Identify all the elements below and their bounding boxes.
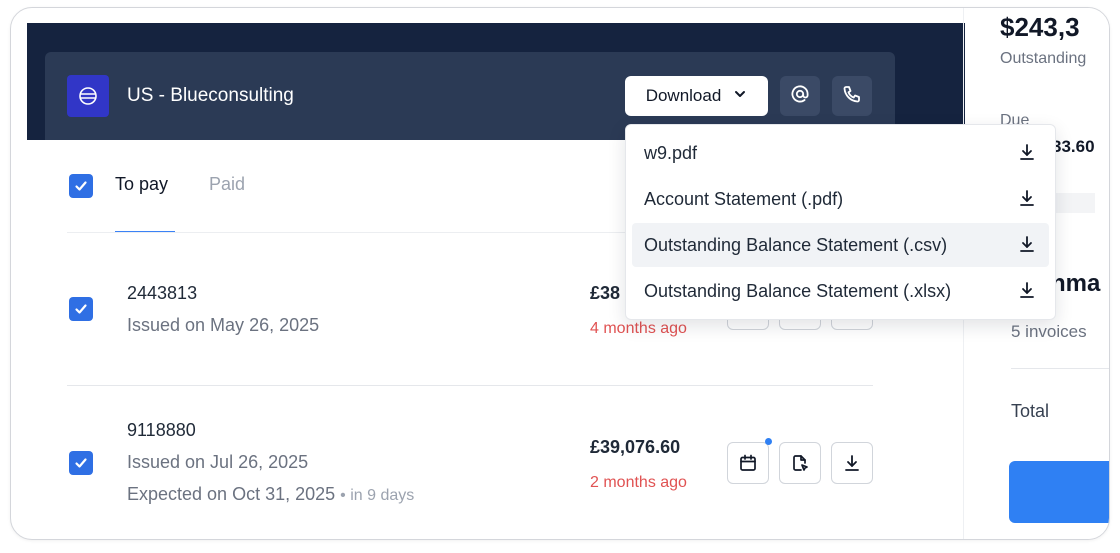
document-cursor-icon (793, 455, 808, 471)
invoice-number: 9118880 (127, 420, 196, 440)
chevron-down-icon (733, 86, 747, 106)
invoice-checkbox[interactable] (69, 451, 93, 475)
check-icon (75, 458, 87, 468)
expected-date-text: Expected on Oct 31, 2025 (127, 484, 336, 504)
download-invoice-button[interactable] (831, 442, 873, 484)
expected-relative: in 9 days (350, 487, 415, 504)
invoice-checkbox[interactable] (69, 297, 93, 321)
check-icon (75, 304, 87, 314)
notification-dot (765, 438, 772, 445)
email-button[interactable] (780, 76, 820, 116)
menu-item-outstanding-balance-csv[interactable]: Outstanding Balance Statement (.csv) (632, 223, 1049, 267)
download-icon (1020, 144, 1034, 160)
download-icon (1020, 190, 1034, 206)
download-button-label: Download (645, 86, 722, 105)
outstanding-amount: $243,3 (1000, 12, 1080, 42)
app-frame: US - Blueconsulting Download $243,3 Outs… (10, 7, 1110, 540)
company-logo-icon (67, 75, 109, 117)
invoice-expected-date: Expected on Oct 31, 2025 • in 9 days (127, 484, 414, 505)
tab-to-pay[interactable]: To pay (115, 174, 168, 195)
summary-heading: nma (1051, 270, 1101, 297)
invoice-issued-date: Issued on Jul 26, 2025 (127, 452, 309, 472)
due-amount: 33.60 (1052, 137, 1095, 156)
invoice-count: 5 invoices (1011, 322, 1087, 341)
download-icon (1020, 236, 1034, 252)
invoice-number: 2443813 (127, 283, 198, 303)
invoice-amount: £38 (590, 283, 621, 303)
outstanding-label: Outstanding (1000, 50, 1087, 67)
download-icon (1020, 282, 1034, 298)
menu-item-label: Outstanding Balance Statement (.xlsx) (644, 280, 952, 301)
call-button[interactable] (832, 76, 872, 116)
schedule-button[interactable] (727, 442, 769, 484)
bullet-separator: • (340, 487, 351, 504)
download-icon (845, 455, 859, 471)
select-all-checkbox[interactable] (69, 174, 93, 198)
pay-button[interactable] (1009, 461, 1109, 523)
total-label: Total (1011, 401, 1050, 421)
calendar-icon (740, 454, 756, 471)
at-sign-icon (790, 84, 810, 109)
menu-item-w9-pdf[interactable]: w9.pdf (632, 131, 1049, 175)
company-name: US - Blueconsulting (127, 85, 294, 106)
invoice-age: 4 months ago (590, 320, 687, 337)
menu-item-outstanding-balance-xlsx[interactable]: Outstanding Balance Statement (.xlsx) (632, 269, 1049, 313)
invoice-issued-date: Issued on May 26, 2025 (127, 315, 320, 335)
download-button[interactable]: Download (625, 76, 768, 116)
row-divider (67, 385, 873, 386)
summary-divider (1011, 368, 1109, 369)
phone-icon (842, 84, 862, 109)
tab-paid[interactable]: Paid (209, 174, 245, 195)
invoice-age: 2 months ago (590, 474, 687, 491)
menu-item-account-statement-pdf[interactable]: Account Statement (.pdf) (632, 177, 1049, 221)
menu-item-label: Account Statement (.pdf) (644, 188, 844, 209)
invoice-amount: £39,076.60 (590, 437, 681, 457)
menu-item-label: w9.pdf (644, 142, 698, 163)
download-menu: w9.pdf Account Statement (.pdf) Outstand… (625, 124, 1056, 320)
menu-item-label: Outstanding Balance Statement (.csv) (644, 234, 948, 255)
check-icon (75, 181, 87, 191)
view-invoice-button[interactable] (779, 442, 821, 484)
